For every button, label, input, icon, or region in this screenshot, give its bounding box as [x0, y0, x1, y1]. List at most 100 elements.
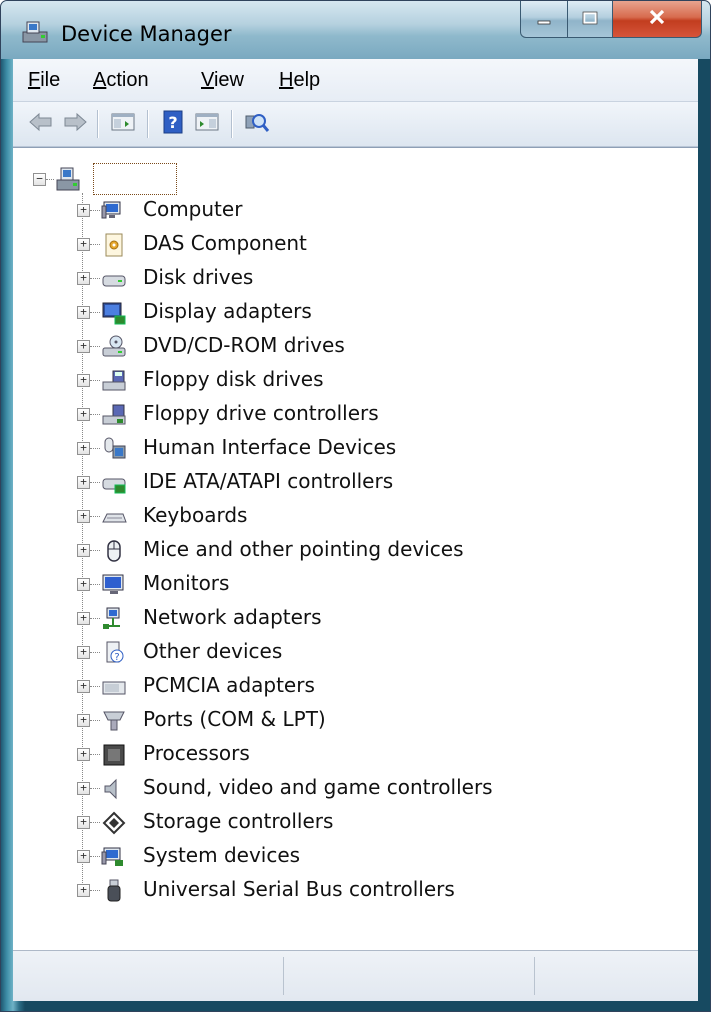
action-pane-button[interactable] [193, 110, 221, 138]
tree-connector [90, 652, 100, 653]
tree-item[interactable]: + Disk drives [13, 263, 693, 295]
toolbar-separator [97, 110, 99, 138]
pcmcia-icon [101, 674, 127, 700]
status-pane-2 [284, 957, 535, 995]
help-icon: ? [163, 110, 183, 138]
tree-connector [46, 179, 54, 180]
status-bar [13, 950, 698, 1001]
tree-connector [90, 210, 100, 211]
expand-expander[interactable]: + [77, 306, 90, 319]
tree-item[interactable]: + Computer [13, 195, 693, 227]
computer-icon [101, 198, 127, 224]
tree-connector [90, 618, 100, 619]
menu-file[interactable]: File [28, 69, 60, 92]
expand-expander[interactable]: + [77, 442, 90, 455]
tree-connector [90, 754, 100, 755]
expand-expander[interactable]: + [77, 374, 90, 387]
tree-item[interactable]: + Human Interface Devices [13, 433, 693, 465]
tree-connector [90, 414, 100, 415]
expand-expander[interactable]: + [77, 782, 90, 795]
expand-expander[interactable]: + [77, 612, 90, 625]
tree-item[interactable]: + Mice and other pointing devices [13, 535, 693, 567]
tree-item-label: DAS Component [143, 231, 307, 255]
tree-connector [90, 244, 100, 245]
tree-item[interactable]: + Storage controllers [13, 807, 693, 839]
expand-expander[interactable]: + [77, 510, 90, 523]
device-tree[interactable]: − + Computer + DAS Component + Disk drives + Di… [13, 147, 698, 947]
expand-expander[interactable]: + [77, 544, 90, 557]
tree-item[interactable]: + Monitors [13, 569, 693, 601]
tree-connector [90, 346, 100, 347]
tree-item[interactable]: + Network adapters [13, 603, 693, 635]
tree-item-label: Other devices [143, 639, 283, 663]
tree-item-label: Human Interface Devices [143, 435, 397, 459]
tree-item[interactable]: + Keyboards [13, 501, 693, 533]
expand-expander[interactable]: + [77, 238, 90, 251]
tree-item-label: PCMCIA adapters [143, 673, 315, 697]
menu-view[interactable]: View [201, 69, 244, 92]
expand-expander[interactable]: + [77, 646, 90, 659]
status-pane-3 [535, 957, 698, 995]
speaker-icon [101, 776, 127, 802]
expand-expander[interactable]: + [77, 816, 90, 829]
menu-action[interactable]: Action [93, 69, 149, 92]
expand-expander[interactable]: + [77, 340, 90, 353]
expand-expander[interactable]: + [77, 476, 90, 489]
port-icon [101, 708, 127, 734]
tree-item[interactable]: + IDE ATA/ATAPI controllers [13, 467, 693, 499]
tree-item-label: Computer [143, 197, 243, 221]
close-button[interactable] [613, 1, 702, 38]
tree-item-label: Keyboards [143, 503, 248, 527]
minimize-button[interactable] [520, 1, 568, 38]
keyboard-icon [101, 504, 127, 530]
expand-expander[interactable]: + [77, 748, 90, 761]
expand-expander[interactable]: + [77, 714, 90, 727]
menu-help[interactable]: Help [279, 69, 320, 92]
tree-item[interactable]: + Ports (COM & LPT) [13, 705, 693, 737]
title-bar[interactable]: Device Manager [1, 1, 710, 59]
tree-item[interactable]: +? Other devices [13, 637, 693, 669]
tree-item-label: Storage controllers [143, 809, 334, 833]
tree-item[interactable]: + Floppy drive controllers [13, 399, 693, 431]
tree-item[interactable]: + System devices [13, 841, 693, 873]
maximize-button[interactable] [568, 1, 613, 38]
tree-connector [90, 312, 100, 313]
tree-connector [90, 550, 100, 551]
expand-expander[interactable]: + [77, 884, 90, 897]
toolbar: ? [13, 102, 698, 147]
expand-expander[interactable]: + [77, 680, 90, 693]
forward-button[interactable] [61, 110, 89, 138]
toolbar-separator [147, 110, 149, 138]
monitor-icon [101, 572, 127, 598]
tree-item-label: Sound, video and game controllers [143, 775, 493, 799]
help-button[interactable]: ? [159, 110, 187, 138]
root-computer-name[interactable] [93, 163, 177, 195]
expand-expander[interactable]: + [77, 272, 90, 285]
tree-item[interactable]: + Universal Serial Bus controllers [13, 875, 693, 907]
root-collapse-expander[interactable]: − [33, 173, 46, 186]
tree-connector [90, 720, 100, 721]
expand-expander[interactable]: + [77, 408, 90, 421]
tree-item[interactable]: + PCMCIA adapters [13, 671, 693, 703]
expand-expander[interactable]: + [77, 204, 90, 217]
tree-item[interactable]: + Floppy disk drives [13, 365, 693, 397]
console-tree-button[interactable] [109, 110, 137, 138]
network-adapter-icon [101, 606, 127, 632]
forward-arrow-icon [62, 112, 88, 136]
tree-item[interactable]: + DVD/CD-ROM drives [13, 331, 693, 363]
expand-expander[interactable]: + [77, 578, 90, 591]
tree-connector [90, 686, 100, 687]
tree-item-label: Ports (COM & LPT) [143, 707, 326, 731]
expand-expander[interactable]: + [77, 850, 90, 863]
back-button[interactable] [27, 110, 55, 138]
tree-item[interactable]: + Display adapters [13, 297, 693, 329]
scan-hardware-button[interactable] [243, 110, 271, 138]
tree-connector [90, 278, 100, 279]
floppy-drive-icon [101, 368, 127, 394]
tree-item[interactable]: + Processors [13, 739, 693, 771]
status-pane-1 [13, 957, 284, 995]
client-area: File Action View Help ? − + Computer + D… [13, 59, 698, 1001]
tree-item[interactable]: + DAS Component [13, 229, 693, 261]
storage-controller-icon [101, 810, 127, 836]
tree-item[interactable]: + Sound, video and game controllers [13, 773, 693, 805]
